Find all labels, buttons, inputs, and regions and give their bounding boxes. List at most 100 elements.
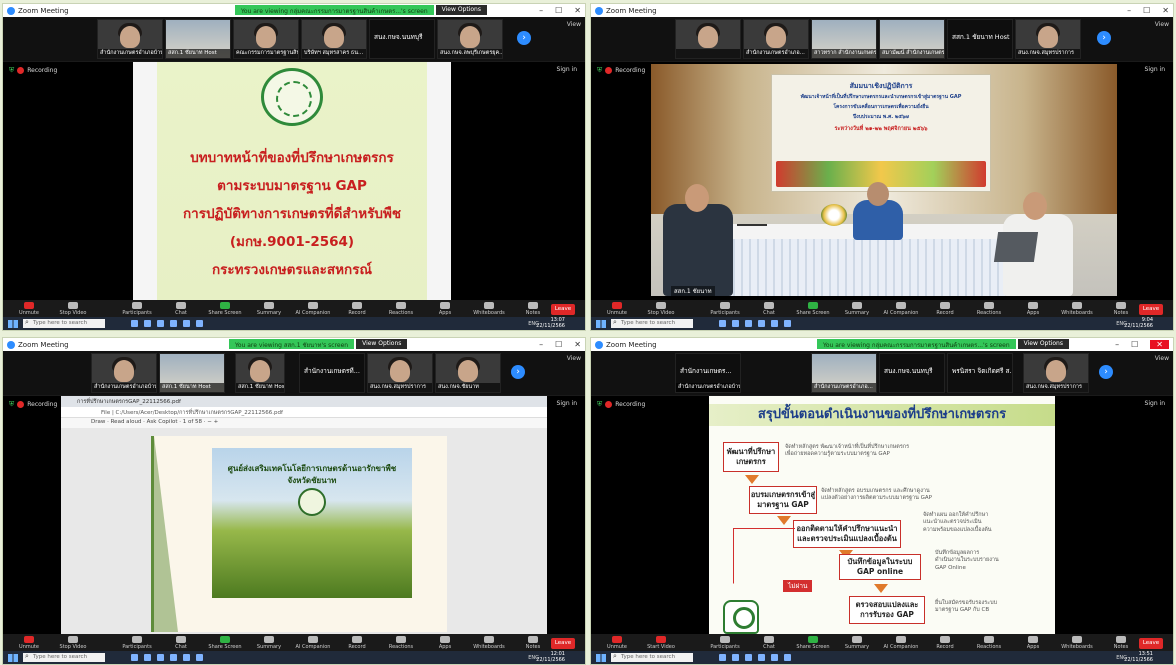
view-button[interactable]: View (1155, 355, 1169, 362)
participant-man (663, 204, 733, 296)
windows-start-icon[interactable] (8, 319, 18, 328)
zoom-window-4: Zoom Meeting – ☐ ✕ You are viewing กลุ่ม… (590, 337, 1174, 665)
browser-tab[interactable]: การที่ปรึกษาเกษตรกรGAP_22112566.pdf (61, 396, 547, 407)
step-box-4: บันทึกข้อมูลในระบบ GAP online (839, 554, 921, 580)
app-icon[interactable] (196, 320, 203, 327)
maximize-icon[interactable]: ☐ (1131, 340, 1138, 349)
app-icon[interactable] (745, 654, 752, 661)
app-icon[interactable] (157, 320, 164, 327)
next-page-icon[interactable]: › (511, 365, 525, 379)
app-icon[interactable] (732, 320, 739, 327)
app-icon[interactable] (771, 654, 778, 661)
taskbar-search-input[interactable]: Type here to search (23, 652, 105, 662)
minimize-icon[interactable]: – (539, 6, 543, 15)
app-icon[interactable] (196, 654, 203, 661)
app-icon[interactable] (719, 320, 726, 327)
view-button[interactable]: View (1155, 21, 1169, 28)
taskbar-search-input[interactable]: Type here to search (611, 652, 693, 662)
taskbar-clock[interactable]: 13:07 22/11/2566 (536, 317, 565, 329)
participant-tile[interactable]: สนง.กษจ.สมุทรปราการ (1015, 19, 1081, 59)
presentation-slide: บทบาทหน้าที่ของที่ปรึกษาเกษตรกร ตามระบบม… (133, 62, 451, 300)
participant-tile[interactable]: สนง.กษจ.นนทบุรี (369, 19, 435, 59)
participant-tile[interactable]: สสก.1 ชัยนาท Host (235, 353, 285, 393)
participant-tile[interactable]: สำนักงานเกษตรอำเภอ... (743, 19, 809, 59)
app-icon[interactable] (157, 654, 164, 661)
view-options-button[interactable]: View Options (1017, 339, 1069, 349)
app-icon[interactable] (183, 654, 190, 661)
participant-tile[interactable]: สสก.1 ชัยนาท Host (165, 19, 231, 59)
minimize-icon[interactable]: – (1115, 340, 1119, 349)
zoom-window-2: Zoom Meeting – ☐ ✕ สำนักงานเกษตรอำเภอ...… (590, 3, 1174, 331)
close-icon[interactable]: ✕ (1162, 6, 1169, 15)
participant-tile[interactable]: สนง.กษจ.นนทบุรี (879, 353, 945, 393)
participant-tile[interactable]: สำนักงานเกษตรอำเภอบ้าน... (91, 353, 157, 393)
leave-button[interactable]: Leave (1139, 304, 1163, 315)
next-page-icon[interactable]: › (517, 31, 531, 45)
sign-in-link[interactable]: Sign in (1145, 66, 1165, 73)
participant-tile[interactable]: สำนักงานเกษตรอำเภอบ้าน... (97, 19, 163, 59)
app-icon[interactable] (144, 654, 151, 661)
participant-tile[interactable]: สำนักงานเกษตรอำเภอ... (811, 353, 877, 393)
view-button[interactable]: View (567, 21, 581, 28)
windows-start-icon[interactable] (596, 319, 606, 328)
maximize-icon[interactable]: ☐ (555, 6, 562, 15)
sign-in-link[interactable]: Sign in (557, 400, 577, 407)
app-icon[interactable] (771, 320, 778, 327)
address-bar[interactable]: File | C:/Users/Acer/Desktop/การที่ปรึกษ… (61, 407, 547, 418)
participant-tile[interactable]: สนง.กษจ.สมุทรปราการ (367, 353, 433, 393)
app-icon[interactable] (719, 654, 726, 661)
close-icon[interactable]: ✕ (1150, 340, 1169, 349)
app-icon[interactable] (758, 654, 765, 661)
participant-tile[interactable]: สาวทราก สำนักงานเกษตร... (811, 19, 877, 59)
app-icon[interactable] (170, 654, 177, 661)
windows-start-icon[interactable] (596, 653, 606, 662)
view-button[interactable]: View (567, 355, 581, 362)
participant-tile[interactable]: สสก.1 ชัยนาท Host (159, 353, 225, 393)
participant-tile[interactable]: สนง.กษจ.สมุทรปราการ (1023, 353, 1089, 393)
app-icon[interactable] (131, 320, 138, 327)
leave-button[interactable]: Leave (551, 638, 575, 649)
sign-in-link[interactable]: Sign in (557, 66, 577, 73)
view-options-button[interactable]: View Options (356, 339, 408, 349)
windows-start-icon[interactable] (8, 653, 18, 662)
view-options-button[interactable]: View Options (435, 5, 487, 15)
minimize-icon[interactable]: – (539, 340, 543, 349)
taskbar-clock[interactable]: 13:51 22/11/2566 (1124, 651, 1153, 663)
participant-tile[interactable]: คณะกรรมการมาตรฐานสินค้า... (233, 19, 299, 59)
app-icon[interactable] (170, 320, 177, 327)
sign-in-link[interactable]: Sign in (1145, 400, 1165, 407)
taskbar-search-input[interactable]: Type here to search (611, 318, 693, 328)
notes-icon (1116, 636, 1126, 643)
participant-tile[interactable]: สำนักงานเกษตร...สำนักงานเกษตรอำเภอบ้าน..… (675, 353, 741, 393)
participant-tile[interactable] (675, 19, 741, 59)
maximize-icon[interactable]: ☐ (555, 340, 562, 349)
participant-tile[interactable]: สสก.1 ชัยนาท Host (947, 19, 1013, 59)
participant-tile[interactable]: สนง.กษจ.ลพบุรีเกษตรยุค... (437, 19, 503, 59)
app-icon[interactable] (745, 320, 752, 327)
close-icon[interactable]: ✕ (574, 340, 581, 349)
leave-button[interactable]: Leave (1139, 638, 1163, 649)
close-icon[interactable]: ✕ (574, 6, 581, 15)
recording-indicator: ⛨ Recording (9, 66, 58, 74)
taskbar-search-input[interactable]: Type here to search (23, 318, 105, 328)
minimize-icon[interactable]: – (1127, 6, 1131, 15)
app-icon[interactable] (784, 654, 791, 661)
app-icon[interactable] (732, 654, 739, 661)
app-icon[interactable] (758, 320, 765, 327)
next-page-icon[interactable]: › (1099, 365, 1113, 379)
app-icon[interactable] (183, 320, 190, 327)
participant-tile[interactable]: สนง.กษจ.ชัยนาท (435, 353, 501, 393)
leave-button[interactable]: Leave (551, 304, 575, 315)
app-icon[interactable] (131, 654, 138, 661)
pdf-toolbar[interactable]: Draw · Read aloud · Ask Copilot · 1 of 5… (61, 418, 547, 428)
participant-tile[interactable]: สมามัฒน์ สำนักงานเกษตรจังหวัดปทุม (879, 19, 945, 59)
next-page-icon[interactable]: › (1097, 31, 1111, 45)
maximize-icon[interactable]: ☐ (1143, 6, 1150, 15)
taskbar-clock[interactable]: 9:04 22/11/2566 (1124, 317, 1153, 329)
app-icon[interactable] (784, 320, 791, 327)
participant-tile[interactable]: บริษัทฯ สมุทรสาคร ธน... (301, 19, 367, 59)
participant-tile[interactable]: สำนักงานเกษตรที... (299, 353, 365, 393)
participant-tile[interactable]: พรนิสรา จิตเกิดศรี ส... (947, 353, 1013, 393)
app-icon[interactable] (144, 320, 151, 327)
taskbar-clock[interactable]: 12:01 22/11/2566 (536, 651, 565, 663)
